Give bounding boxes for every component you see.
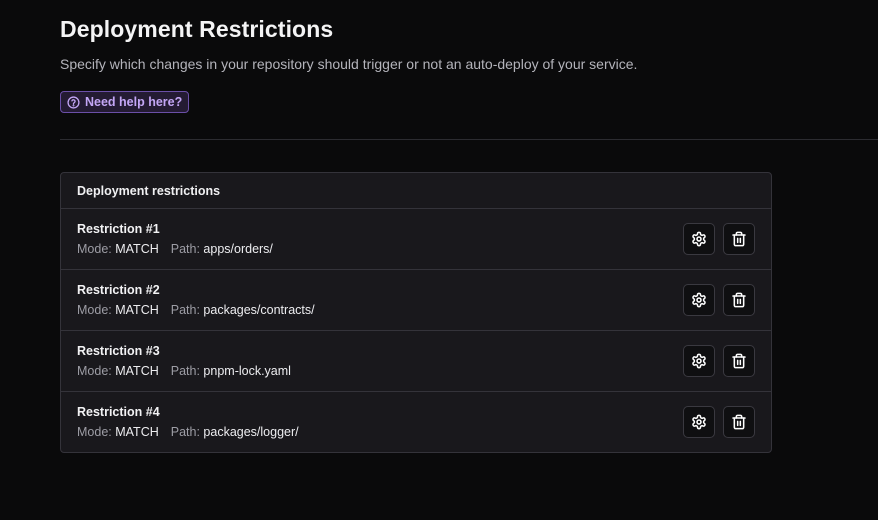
restriction-settings-button[interactable] bbox=[683, 345, 715, 377]
trash-icon bbox=[731, 414, 747, 430]
restriction-meta: Mode: MATCH Path: apps/orders/ bbox=[77, 242, 273, 256]
trash-icon bbox=[731, 231, 747, 247]
restriction-title: Restriction #4 bbox=[77, 405, 160, 419]
restriction-row: Restriction #4 Mode: MATCH Path: packages/… bbox=[61, 392, 771, 452]
mode-label: Mode: bbox=[77, 425, 112, 439]
mode-value: MATCH bbox=[115, 242, 159, 256]
restriction-settings-button[interactable] bbox=[683, 284, 715, 316]
restriction-title: Restriction #1 bbox=[77, 222, 160, 236]
restriction-row: Restriction #2 Mode: MATCH Path: packages/… bbox=[61, 270, 771, 331]
path-value: apps/orders/ bbox=[203, 242, 273, 256]
gear-icon bbox=[691, 292, 707, 308]
restriction-meta: Mode: MATCH Path: packages/contracts/ bbox=[77, 303, 315, 317]
path-value: packages/contracts/ bbox=[203, 303, 315, 317]
gear-icon bbox=[691, 414, 707, 430]
page: Deployment Restrictions Specify which ch… bbox=[0, 0, 878, 520]
restriction-meta: Mode: MATCH Path: packages/logger/ bbox=[77, 425, 299, 439]
mode-value: MATCH bbox=[115, 364, 159, 378]
path-label: Path: bbox=[170, 425, 200, 439]
restrictions-card: Deployment restrictions Restriction #1 Mo… bbox=[60, 172, 772, 453]
gear-icon bbox=[691, 353, 707, 369]
restriction-meta: Mode: MATCH Path: pnpm-lock.yaml bbox=[77, 364, 291, 378]
restriction-delete-button[interactable] bbox=[723, 345, 755, 377]
path-value: pnpm-lock.yaml bbox=[203, 364, 291, 378]
restrictions-list: Restriction #1 Mode: MATCH Path: apps/orde… bbox=[61, 209, 771, 452]
path-label: Path: bbox=[170, 242, 200, 256]
mode-label: Mode: bbox=[77, 364, 112, 378]
path-label: Path: bbox=[170, 364, 200, 378]
restriction-row: Restriction #3 Mode: MATCH Path: pnpm-lock… bbox=[61, 331, 771, 392]
page-title: Deployment Restrictions bbox=[60, 16, 334, 42]
question-circle-icon bbox=[67, 95, 80, 109]
restriction-row: Restriction #1 Mode: MATCH Path: apps/orde… bbox=[61, 209, 771, 270]
path-label: Path: bbox=[170, 303, 200, 317]
trash-icon bbox=[731, 292, 747, 308]
card-title: Deployment restrictions bbox=[61, 173, 771, 209]
mode-label: Mode: bbox=[77, 242, 112, 256]
trash-icon bbox=[731, 353, 747, 369]
restriction-delete-button[interactable] bbox=[723, 406, 755, 438]
restriction-delete-button[interactable] bbox=[723, 223, 755, 255]
mode-value: MATCH bbox=[115, 303, 159, 317]
restriction-title: Restriction #2 bbox=[77, 283, 160, 297]
restriction-settings-button[interactable] bbox=[683, 223, 715, 255]
mode-label: Mode: bbox=[77, 303, 112, 317]
restriction-settings-button[interactable] bbox=[683, 406, 715, 438]
help-button[interactable]: Need help here? bbox=[60, 91, 190, 113]
mode-value: MATCH bbox=[115, 425, 159, 439]
section-divider bbox=[60, 139, 878, 140]
path-value: packages/logger/ bbox=[203, 425, 299, 439]
restriction-title: Restriction #3 bbox=[77, 344, 160, 358]
restriction-delete-button[interactable] bbox=[723, 284, 755, 316]
help-button-label: Need help here? bbox=[85, 95, 183, 109]
page-subtitle: Specify which changes in your repository… bbox=[60, 56, 638, 72]
gear-icon bbox=[691, 231, 707, 247]
